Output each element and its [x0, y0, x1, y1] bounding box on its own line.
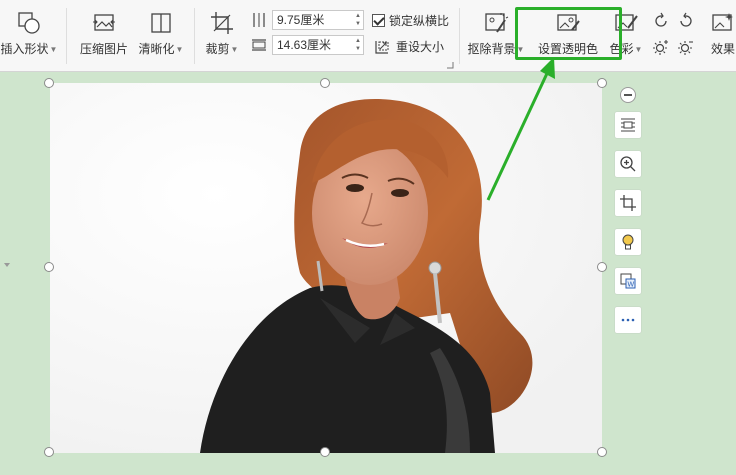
crop-label: 裁剪 [205, 42, 230, 56]
compress-picture-button[interactable]: 压缩图片 [78, 10, 130, 62]
ribbon-divider [66, 8, 67, 64]
compress-picture-icon [78, 10, 130, 36]
width-icon [252, 39, 266, 51]
sharpen-label: 清晰化 [138, 42, 175, 56]
lock-aspect-ratio-checkbox[interactable]: 锁定纵横比 [372, 12, 449, 29]
effects-button[interactable]: 效果 [703, 10, 736, 62]
reset-size-button[interactable]: 重设大小 [374, 38, 444, 55]
sharpen-icon [136, 10, 186, 36]
text-wrap-icon [621, 118, 635, 132]
rotate-left-icon[interactable] [652, 12, 670, 30]
side-crop-button[interactable] [615, 190, 641, 216]
brightness-decrease-icon[interactable] [677, 38, 695, 56]
picture-tools-ribbon: 插入形状▼ 压缩图片 清晰化▼ 裁剪▼ 9.75厘米 ▲ ▼ 14.63厘米 ▲ ▼ 锁… [0, 0, 736, 72]
height-icon [253, 13, 265, 27]
height-row: 9.75厘米 ▲ ▼ [250, 10, 364, 30]
width-value: 14.63厘米 [277, 38, 332, 52]
reset-size-icon [375, 40, 389, 54]
more-dots-icon [621, 318, 635, 322]
resize-handle-bottom-left[interactable] [44, 447, 54, 457]
crop-button[interactable]: 裁剪▼ [202, 10, 242, 62]
picture-to-text-icon: W [620, 273, 636, 289]
effects-icon [703, 10, 736, 36]
resize-handle-bottom-middle[interactable] [320, 447, 330, 457]
compress-picture-label: 压缩图片 [79, 42, 128, 56]
rotate-right-icon[interactable] [677, 12, 695, 30]
smart-tip-button[interactable] [615, 229, 641, 255]
dialog-launcher-icon[interactable] [446, 58, 454, 69]
resize-handle-top-right[interactable] [597, 78, 607, 88]
text-wrap-button[interactable] [615, 112, 641, 138]
zoom-in-icon [620, 156, 636, 172]
shape-icon [0, 10, 58, 36]
lightbulb-icon [622, 234, 634, 250]
resize-handle-top-left[interactable] [44, 78, 54, 88]
resize-handle-middle-left[interactable] [44, 262, 54, 272]
width-row: 14.63厘米 ▲ ▼ [250, 35, 364, 55]
resize-handle-bottom-right[interactable] [597, 447, 607, 457]
insert-shape-button[interactable]: 插入形状▼ [0, 10, 58, 62]
crop-icon [620, 195, 636, 211]
ribbon-divider [194, 8, 195, 64]
checkbox-checked-icon [372, 14, 385, 27]
sharpen-button[interactable]: 清晰化▼ [136, 10, 186, 62]
remove-background-label: 抠除背景 [467, 42, 516, 56]
pointer-arrow-annotation [486, 57, 555, 201]
insert-shape-label: 插入形状 [0, 42, 49, 56]
reset-size-label: 重设大小 [396, 40, 445, 54]
effects-label: 效果 [710, 42, 735, 56]
ribbon-divider [459, 8, 460, 64]
zoom-button[interactable] [615, 151, 641, 177]
width-spinner[interactable]: ▲ ▼ [355, 37, 361, 53]
set-transparent-color-highlight [515, 7, 622, 60]
height-input[interactable]: 9.75厘米 ▲ ▼ [272, 10, 364, 30]
height-value: 9.75厘米 [277, 13, 325, 27]
svg-text:W: W [628, 282, 635, 289]
collapse-toolbar-button[interactable] [620, 87, 636, 103]
height-spinner[interactable]: ▲ ▼ [355, 12, 361, 28]
left-caret-icon [4, 263, 10, 267]
picture-to-word-button[interactable]: W [615, 268, 641, 294]
brightness-increase-icon[interactable] [652, 38, 670, 56]
width-input[interactable]: 14.63厘米 ▲ ▼ [272, 35, 364, 55]
more-options-button[interactable] [615, 307, 641, 333]
lock-aspect-ratio-label: 锁定纵横比 [389, 14, 450, 28]
resize-handle-top-middle[interactable] [320, 78, 330, 88]
resize-handle-middle-right[interactable] [597, 262, 607, 272]
crop-icon [202, 10, 242, 36]
